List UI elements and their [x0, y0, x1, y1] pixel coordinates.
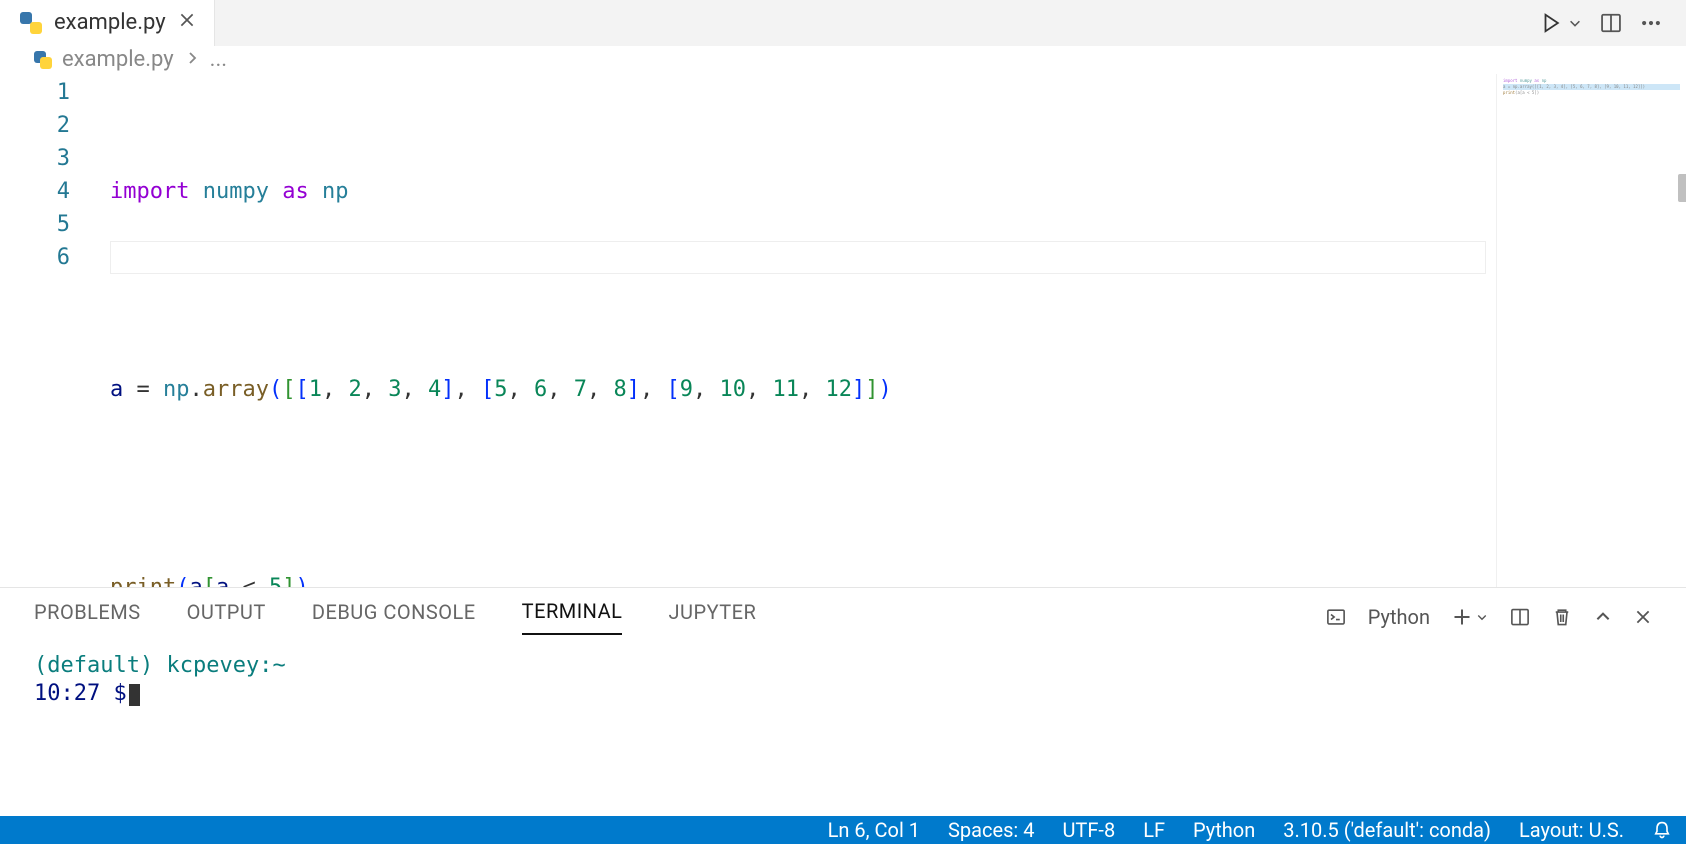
status-interpreter[interactable]: 3.10.5 ('default': conda) [1283, 818, 1491, 842]
status-cursor-position[interactable]: Ln 6, Col 1 [828, 818, 920, 842]
editor-tab[interactable]: example.py [0, 0, 215, 46]
code-area[interactable]: import numpy as np a = np.array([[1, 2, … [110, 74, 1686, 587]
line-number-gutter: 1 2 3 4 5 6 [0, 74, 110, 587]
more-actions-icon[interactable] [1640, 12, 1662, 34]
tab-output[interactable]: OUTPUT [187, 600, 266, 634]
status-language[interactable]: Python [1193, 818, 1255, 842]
tab-terminal[interactable]: TERMINAL [522, 599, 623, 635]
maximize-panel-icon[interactable] [1594, 608, 1612, 626]
split-terminal-icon[interactable] [1510, 607, 1530, 627]
notifications-icon[interactable] [1652, 820, 1672, 840]
code-line: print(a[a < 5]) [110, 571, 1686, 587]
panel-tab-bar: PROBLEMS OUTPUT DEBUG CONSOLE TERMINAL J… [0, 588, 1686, 646]
code-line: a = np.array([[1, 2, 3, 4], [5, 6, 7, 8]… [110, 373, 1686, 406]
minimap-slider[interactable] [1678, 174, 1686, 202]
line-number: 2 [0, 109, 70, 142]
terminal[interactable]: (default) kcpevey:~ 10:27 $ [0, 646, 1686, 816]
code-editor[interactable]: 1 2 3 4 5 6 import numpy as np a = np.ar… [0, 74, 1686, 587]
terminal-profile-icon[interactable] [1326, 607, 1346, 627]
new-terminal-icon[interactable] [1452, 607, 1472, 627]
terminal-kind-label[interactable]: Python [1368, 605, 1430, 629]
chevron-right-icon [184, 47, 200, 72]
status-encoding[interactable]: UTF-8 [1062, 818, 1115, 842]
tab-jupyter[interactable]: JUPYTER [668, 600, 756, 634]
status-indentation[interactable]: Spaces: 4 [948, 818, 1034, 842]
code-line: import numpy as np [110, 175, 1686, 208]
breadcrumb-rest: ... [210, 47, 227, 72]
python-file-icon [34, 51, 52, 69]
current-line-highlight [110, 241, 1486, 274]
line-number: 5 [0, 208, 70, 241]
python-file-icon [20, 12, 42, 34]
tab-problems[interactable]: PROBLEMS [34, 600, 141, 634]
terminal-line: (default) kcpevey:~ [34, 652, 1652, 680]
tab-debug-console[interactable]: DEBUG CONSOLE [312, 600, 476, 634]
line-number: 4 [0, 175, 70, 208]
close-icon[interactable] [178, 10, 196, 35]
bottom-panel: PROBLEMS OUTPUT DEBUG CONSOLE TERMINAL J… [0, 587, 1686, 816]
run-icon[interactable] [1540, 12, 1562, 34]
split-editor-icon[interactable] [1600, 12, 1622, 34]
chevron-down-icon[interactable] [1476, 611, 1488, 623]
close-panel-icon[interactable] [1634, 608, 1652, 626]
terminal-cursor [129, 684, 140, 706]
status-keyboard-layout[interactable]: Layout: U.S. [1519, 818, 1624, 842]
terminal-line: 10:27 $ [34, 680, 1652, 708]
status-bar: Ln 6, Col 1 Spaces: 4 UTF-8 LF Python 3.… [0, 816, 1686, 844]
chevron-down-icon[interactable] [1568, 16, 1582, 30]
kill-terminal-icon[interactable] [1552, 607, 1572, 627]
minimap[interactable]: import numpy as np a = np.array([[1, 2, … [1496, 74, 1686, 587]
tab-bar: example.py [0, 0, 1686, 46]
tab-filename: example.py [54, 10, 166, 35]
code-line [110, 274, 1686, 307]
breadcrumb-file: example.py [62, 47, 174, 72]
editor-actions [1540, 0, 1686, 46]
status-eol[interactable]: LF [1143, 818, 1165, 842]
breadcrumb[interactable]: example.py ... [0, 46, 1686, 74]
panel-actions: Python [1326, 605, 1652, 629]
line-number: 3 [0, 142, 70, 175]
code-line [110, 472, 1686, 505]
line-number: 6 [0, 241, 70, 274]
line-number: 1 [0, 76, 70, 109]
